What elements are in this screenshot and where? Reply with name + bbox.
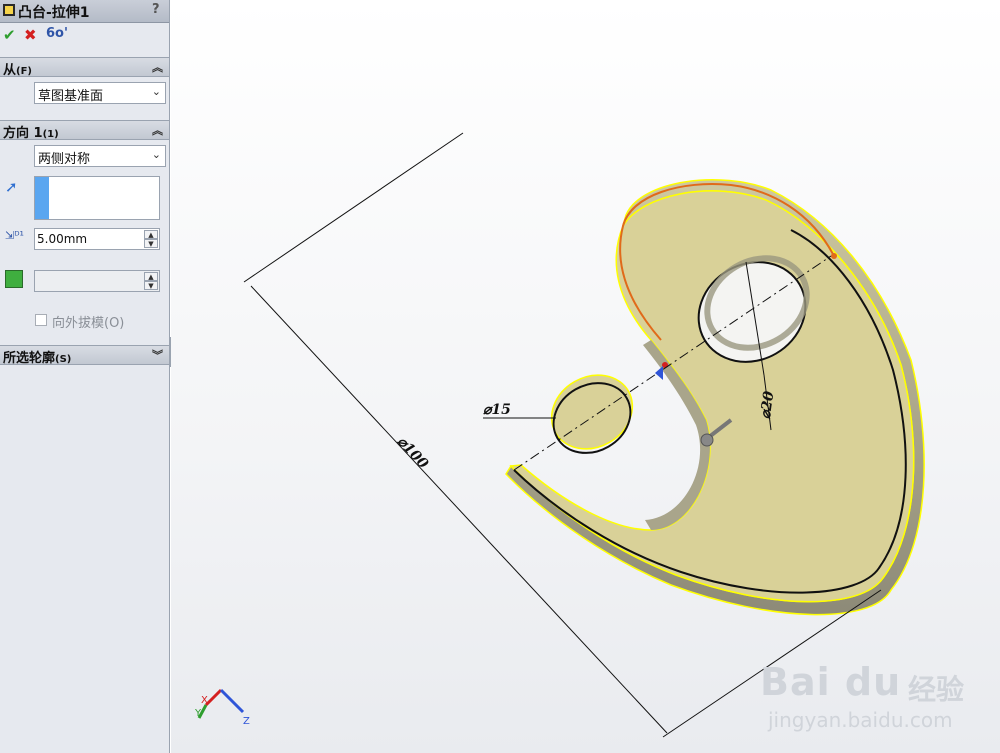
triad-z-label: Z — [243, 716, 250, 727]
draft-angle-spinbox: ▲ ▼ — [34, 270, 160, 292]
chevron-down-icon: ⌄ — [151, 148, 161, 161]
section-direction1-header[interactable]: 方向 1(1) ︽ — [0, 120, 169, 141]
section-direction1-label: 方向 1 — [3, 126, 43, 141]
section-from-shortcut: (F) — [16, 66, 32, 77]
section-selected-contours-header[interactable]: 所选轮廓(S) ︾ — [0, 345, 169, 366]
detailed-preview-icon[interactable]: 6o' — [46, 26, 68, 41]
baidu-jingyan-watermark: Bai du 经验 jingyan.baidu.com — [760, 640, 970, 740]
property-manager: 凸台-拉伸1 ? ✔ ✖ 6o' 从(F) ︽ 草图基准面 ⌄ 方向 1(1) … — [0, 0, 170, 753]
ok-check-icon[interactable]: ✔ — [3, 26, 16, 44]
watermark-url: jingyan.baidu.com — [768, 708, 953, 732]
from-condition-select[interactable]: 草图基准面 ⌄ — [34, 82, 166, 104]
dim-100-text[interactable]: ⌀100 — [394, 434, 432, 473]
section-from-header[interactable]: 从(F) ︽ — [0, 57, 169, 78]
expand-chevron-icon[interactable]: ︾ — [152, 347, 163, 363]
dim-100-extension-top — [243, 132, 464, 283]
draft-outward-checkbox[interactable] — [35, 314, 47, 326]
direction-arrow-blue — [655, 366, 663, 380]
end-condition-value: 两侧对称 — [38, 152, 91, 167]
cancel-x-icon[interactable]: ✖ — [24, 26, 37, 44]
extrude-direction-selection-box[interactable] — [34, 176, 160, 220]
draft-outward-label: 向外拔模(O) — [52, 316, 125, 331]
collapse-chevron-icon[interactable]: ︽ — [152, 122, 163, 138]
section-direction1-shortcut: (1) — [42, 129, 59, 140]
section-selected-contours-shortcut: (S) — [55, 354, 72, 365]
spin-down-arrow-icon: ▼ — [144, 281, 158, 290]
chevron-down-icon: ⌄ — [151, 85, 161, 98]
triad-x-label: X — [201, 695, 208, 706]
collapse-chevron-icon[interactable]: ︽ — [152, 59, 163, 75]
orientation-triad: Y X Z — [194, 688, 250, 727]
feature-titlebar: 凸台-拉伸1 ? — [0, 0, 169, 23]
spin-down-arrow-icon[interactable]: ▼ — [144, 239, 158, 248]
feature-title: 凸台-拉伸1 — [18, 5, 90, 21]
dim-15-text[interactable]: ⌀15 — [483, 402, 511, 418]
boss-extrude-icon — [3, 4, 15, 16]
triad-y-label: Y — [194, 708, 202, 719]
edge-endpoint-marker — [831, 253, 837, 259]
section-selected-contours-label: 所选轮廓 — [3, 351, 56, 366]
section-from-label: 从 — [3, 63, 17, 78]
depth-spinbox[interactable]: 5.00mm ▲ ▼ — [34, 228, 160, 250]
spin-up-arrow-icon: ▲ — [144, 272, 158, 281]
direction-arrow-icon: ➚ — [5, 178, 18, 196]
depth-value: 5.00mm — [37, 232, 88, 246]
help-button[interactable]: ? — [152, 2, 160, 17]
end-condition-select[interactable]: 两侧对称 ⌄ — [34, 145, 166, 167]
action-bar: ✔ ✖ 6o' — [0, 26, 80, 46]
spin-up-arrow-icon[interactable]: ▲ — [144, 230, 158, 239]
depth-d1-icon: ⇲ᴰ¹ — [5, 229, 24, 242]
draft-on-off-icon[interactable] — [5, 270, 23, 288]
watermark-brand: Bai du — [760, 660, 902, 704]
selection-highlight — [35, 177, 49, 219]
watermark-cn: 经验 — [908, 673, 965, 706]
from-condition-value: 草图基准面 — [38, 89, 104, 104]
dim-100-line — [250, 285, 668, 734]
